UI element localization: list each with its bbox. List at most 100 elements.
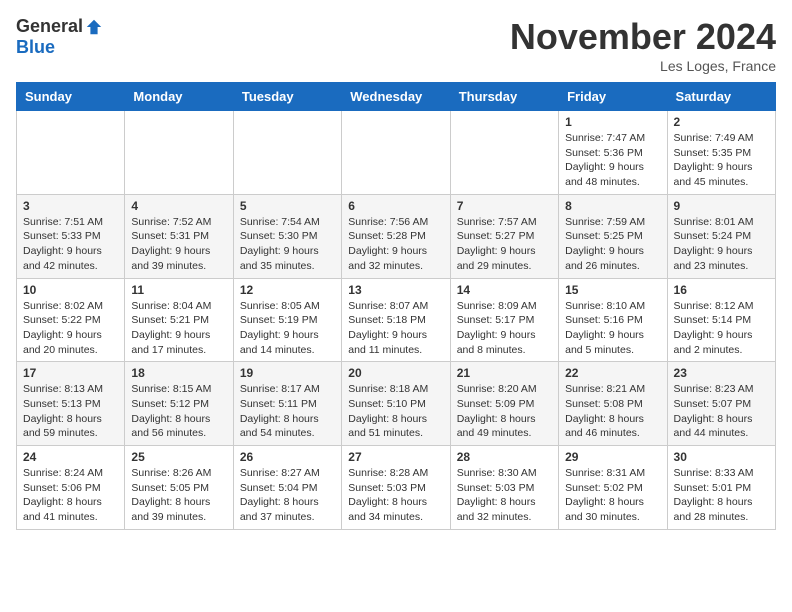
day-info: Sunrise: 8:26 AM Sunset: 5:05 PM Dayligh… (131, 466, 226, 525)
calendar-cell: 16 Sunrise: 8:12 AM Sunset: 5:14 PM Dayli… (667, 278, 775, 362)
calendar-cell: 13 Sunrise: 8:07 AM Sunset: 5:18 PM Dayli… (342, 278, 450, 362)
calendar-cell: 21 Sunrise: 8:20 AM Sunset: 5:09 PM Dayli… (450, 362, 558, 446)
day-number: 11 (131, 283, 226, 297)
day-info: Sunrise: 8:01 AM Sunset: 5:24 PM Dayligh… (674, 215, 769, 274)
day-number: 15 (565, 283, 660, 297)
day-number: 20 (348, 366, 443, 380)
day-number: 28 (457, 450, 552, 464)
week-row-5: 24 Sunrise: 8:24 AM Sunset: 5:06 PM Dayli… (17, 446, 776, 530)
calendar-cell: 28 Sunrise: 8:30 AM Sunset: 5:03 PM Dayli… (450, 446, 558, 530)
week-row-4: 17 Sunrise: 8:13 AM Sunset: 5:13 PM Dayli… (17, 362, 776, 446)
day-number: 22 (565, 366, 660, 380)
week-row-3: 10 Sunrise: 8:02 AM Sunset: 5:22 PM Dayli… (17, 278, 776, 362)
day-info: Sunrise: 8:18 AM Sunset: 5:10 PM Dayligh… (348, 382, 443, 441)
day-info: Sunrise: 8:24 AM Sunset: 5:06 PM Dayligh… (23, 466, 118, 525)
day-number: 18 (131, 366, 226, 380)
day-info: Sunrise: 7:52 AM Sunset: 5:31 PM Dayligh… (131, 215, 226, 274)
weekday-header-row: SundayMondayTuesdayWednesdayThursdayFrid… (17, 83, 776, 111)
logo: General Blue (16, 16, 103, 58)
weekday-header-friday: Friday (559, 83, 667, 111)
week-row-1: 1 Sunrise: 7:47 AM Sunset: 5:36 PM Daylig… (17, 111, 776, 195)
day-number: 27 (348, 450, 443, 464)
day-info: Sunrise: 8:15 AM Sunset: 5:12 PM Dayligh… (131, 382, 226, 441)
calendar-cell: 2Sunrise: 7:49 AM Sunset: 5:35 PM Daylig… (667, 111, 775, 195)
calendar-cell: 8 Sunrise: 7:59 AM Sunset: 5:25 PM Daylig… (559, 194, 667, 278)
day-info: Sunrise: 8:30 AM Sunset: 5:03 PM Dayligh… (457, 466, 552, 525)
day-info: Sunrise: 8:33 AM Sunset: 5:01 PM Dayligh… (674, 466, 769, 525)
day-number: 26 (240, 450, 335, 464)
logo-general-text: General (16, 16, 83, 37)
day-number: 13 (348, 283, 443, 297)
calendar-cell: 4Sunrise: 7:52 AM Sunset: 5:31 PM Daylig… (125, 194, 233, 278)
day-number: 29 (565, 450, 660, 464)
calendar-cell (125, 111, 233, 195)
day-info: Sunrise: 8:21 AM Sunset: 5:08 PM Dayligh… (565, 382, 660, 441)
day-number: 21 (457, 366, 552, 380)
calendar-cell: 14 Sunrise: 8:09 AM Sunset: 5:17 PM Dayli… (450, 278, 558, 362)
calendar-cell: 17 Sunrise: 8:13 AM Sunset: 5:13 PM Dayli… (17, 362, 125, 446)
calendar-cell (17, 111, 125, 195)
calendar-table: SundayMondayTuesdayWednesdayThursdayFrid… (16, 82, 776, 530)
calendar-cell: 25Sunrise: 8:26 AM Sunset: 5:05 PM Dayli… (125, 446, 233, 530)
calendar-cell: 7Sunrise: 7:57 AM Sunset: 5:27 PM Daylig… (450, 194, 558, 278)
day-number: 9 (674, 199, 769, 213)
day-info: Sunrise: 8:05 AM Sunset: 5:19 PM Dayligh… (240, 299, 335, 358)
day-info: Sunrise: 8:27 AM Sunset: 5:04 PM Dayligh… (240, 466, 335, 525)
day-number: 8 (565, 199, 660, 213)
calendar-cell: 29Sunrise: 8:31 AM Sunset: 5:02 PM Dayli… (559, 446, 667, 530)
day-number: 30 (674, 450, 769, 464)
day-info: Sunrise: 7:59 AM Sunset: 5:25 PM Dayligh… (565, 215, 660, 274)
day-number: 17 (23, 366, 118, 380)
calendar-cell: 27Sunrise: 8:28 AM Sunset: 5:03 PM Dayli… (342, 446, 450, 530)
day-info: Sunrise: 8:10 AM Sunset: 5:16 PM Dayligh… (565, 299, 660, 358)
calendar-cell: 11 Sunrise: 8:04 AM Sunset: 5:21 PM Dayli… (125, 278, 233, 362)
day-number: 1 (565, 115, 660, 129)
day-info: Sunrise: 7:51 AM Sunset: 5:33 PM Dayligh… (23, 215, 118, 274)
calendar-cell (342, 111, 450, 195)
day-info: Sunrise: 8:17 AM Sunset: 5:11 PM Dayligh… (240, 382, 335, 441)
day-info: Sunrise: 8:04 AM Sunset: 5:21 PM Dayligh… (131, 299, 226, 358)
weekday-header-thursday: Thursday (450, 83, 558, 111)
logo-blue-text: Blue (16, 37, 55, 58)
day-number: 10 (23, 283, 118, 297)
day-number: 3 (23, 199, 118, 213)
day-info: Sunrise: 7:49 AM Sunset: 5:35 PM Dayligh… (674, 131, 769, 190)
calendar-cell: 19Sunrise: 8:17 AM Sunset: 5:11 PM Dayli… (233, 362, 341, 446)
month-title: November 2024 (510, 16, 776, 58)
weekday-header-sunday: Sunday (17, 83, 125, 111)
day-info: Sunrise: 8:12 AM Sunset: 5:14 PM Dayligh… (674, 299, 769, 358)
logo-icon (85, 18, 103, 36)
day-info: Sunrise: 8:09 AM Sunset: 5:17 PM Dayligh… (457, 299, 552, 358)
weekday-header-monday: Monday (125, 83, 233, 111)
calendar-cell: 10 Sunrise: 8:02 AM Sunset: 5:22 PM Dayli… (17, 278, 125, 362)
day-number: 14 (457, 283, 552, 297)
title-area: November 2024 Les Loges, France (510, 16, 776, 74)
day-info: Sunrise: 7:54 AM Sunset: 5:30 PM Dayligh… (240, 215, 335, 274)
calendar-cell: 18 Sunrise: 8:15 AM Sunset: 5:12 PM Dayli… (125, 362, 233, 446)
day-info: Sunrise: 8:07 AM Sunset: 5:18 PM Dayligh… (348, 299, 443, 358)
calendar-cell: 6Sunrise: 7:56 AM Sunset: 5:28 PM Daylig… (342, 194, 450, 278)
day-info: Sunrise: 8:13 AM Sunset: 5:13 PM Dayligh… (23, 382, 118, 441)
calendar-cell (450, 111, 558, 195)
week-row-2: 3 Sunrise: 7:51 AM Sunset: 5:33 PM Daylig… (17, 194, 776, 278)
day-info: Sunrise: 7:57 AM Sunset: 5:27 PM Dayligh… (457, 215, 552, 274)
day-number: 24 (23, 450, 118, 464)
calendar-cell: 5 Sunrise: 7:54 AM Sunset: 5:30 PM Daylig… (233, 194, 341, 278)
calendar-cell: 3 Sunrise: 7:51 AM Sunset: 5:33 PM Daylig… (17, 194, 125, 278)
calendar-cell: 24 Sunrise: 8:24 AM Sunset: 5:06 PM Dayli… (17, 446, 125, 530)
calendar-cell: 12 Sunrise: 8:05 AM Sunset: 5:19 PM Dayli… (233, 278, 341, 362)
day-number: 16 (674, 283, 769, 297)
header: General Blue November 2024 Les Loges, Fr… (16, 16, 776, 74)
calendar-cell: 9 Sunrise: 8:01 AM Sunset: 5:24 PM Daylig… (667, 194, 775, 278)
day-number: 6 (348, 199, 443, 213)
weekday-header-wednesday: Wednesday (342, 83, 450, 111)
location-subtitle: Les Loges, France (510, 58, 776, 74)
calendar-cell: 23Sunrise: 8:23 AM Sunset: 5:07 PM Dayli… (667, 362, 775, 446)
calendar-cell: 20 Sunrise: 8:18 AM Sunset: 5:10 PM Dayli… (342, 362, 450, 446)
day-info: Sunrise: 7:47 AM Sunset: 5:36 PM Dayligh… (565, 131, 660, 190)
day-info: Sunrise: 8:02 AM Sunset: 5:22 PM Dayligh… (23, 299, 118, 358)
day-number: 5 (240, 199, 335, 213)
day-info: Sunrise: 8:23 AM Sunset: 5:07 PM Dayligh… (674, 382, 769, 441)
day-number: 12 (240, 283, 335, 297)
day-info: Sunrise: 8:20 AM Sunset: 5:09 PM Dayligh… (457, 382, 552, 441)
